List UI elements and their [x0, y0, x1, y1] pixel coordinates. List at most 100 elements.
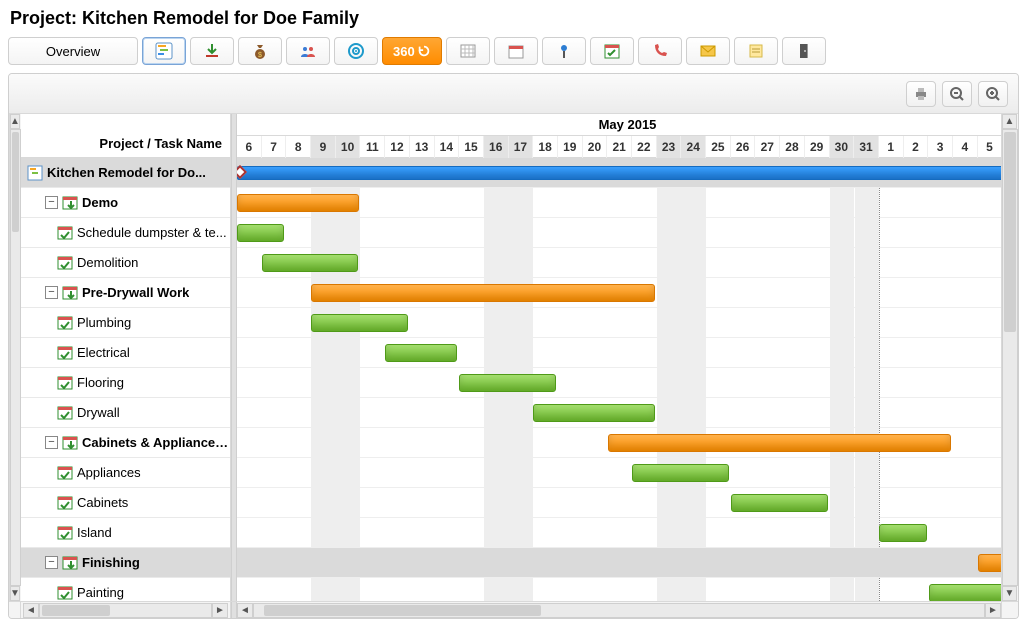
- collapse-toggle[interactable]: −: [45, 556, 58, 569]
- day-cell: 15: [459, 136, 484, 158]
- task-row[interactable]: Appliances: [21, 458, 230, 488]
- gantt-bar[interactable]: [237, 224, 284, 242]
- gantt-bar[interactable]: [632, 464, 729, 482]
- pin-tab[interactable]: [542, 37, 586, 65]
- gantt-bar[interactable]: [533, 404, 655, 422]
- day-cell: 12: [385, 136, 410, 158]
- calendar-tab[interactable]: [494, 37, 538, 65]
- 360-tab[interactable]: 360: [382, 37, 442, 65]
- zoom-in-icon: [985, 86, 1001, 102]
- gantt-bar[interactable]: [311, 314, 408, 332]
- day-cell: 13: [410, 136, 435, 158]
- day-cell: 17: [509, 136, 534, 158]
- task-list-header: Project / Task Name: [21, 114, 230, 158]
- task-row[interactable]: Electrical: [21, 338, 230, 368]
- zoom-out-icon: [949, 86, 965, 102]
- gantt-bar[interactable]: [385, 344, 457, 362]
- gantt-bar[interactable]: [311, 284, 655, 302]
- task-row[interactable]: Drywall: [21, 398, 230, 428]
- day-cell: 16: [484, 136, 509, 158]
- gantt-tab[interactable]: [142, 37, 186, 65]
- gantt-bar[interactable]: [608, 434, 952, 452]
- task-row[interactable]: Flooring: [21, 368, 230, 398]
- day-cell: 31: [854, 136, 879, 158]
- gantt-row: [237, 548, 1018, 578]
- task-label: Kitchen Remodel for Do...: [47, 165, 206, 180]
- gantt-bar[interactable]: [237, 194, 359, 212]
- task-row[interactable]: Schedule dumpster & te...: [21, 218, 230, 248]
- task-row[interactable]: Island: [21, 518, 230, 548]
- overview-tab[interactable]: Overview: [8, 37, 138, 65]
- gantt-bar[interactable]: [731, 494, 828, 512]
- gantt-hscroll[interactable]: ◄ ►: [237, 602, 1001, 618]
- calendar-grid-tab[interactable]: [446, 37, 490, 65]
- zoom-out-button[interactable]: [942, 81, 972, 107]
- task-group-row[interactable]: − Pre-Drywall Work: [21, 278, 230, 308]
- task-label: Plumbing: [77, 315, 131, 330]
- task-label: Pre-Drywall Work: [82, 285, 189, 300]
- collapse-toggle[interactable]: −: [45, 286, 58, 299]
- email-tab[interactable]: [686, 37, 730, 65]
- notes-tab[interactable]: [734, 37, 778, 65]
- day-cell: 2: [904, 136, 929, 158]
- target-tab[interactable]: [334, 37, 378, 65]
- horizontal-scroll-row: ◄ ► ◄ ►: [9, 601, 1018, 618]
- gantt-row: [237, 368, 1018, 398]
- task-group-row[interactable]: − Finishing: [21, 548, 230, 578]
- pin-icon: [555, 42, 573, 60]
- day-cell: 11: [360, 136, 385, 158]
- gantt-row: [237, 338, 1018, 368]
- task-row[interactable]: Painting: [21, 578, 230, 601]
- gantt-bar[interactable]: [879, 524, 926, 542]
- day-cell: 6: [237, 136, 262, 158]
- team-tab[interactable]: [286, 37, 330, 65]
- gantt-icon: [155, 42, 173, 60]
- collapse-toggle[interactable]: −: [45, 436, 58, 449]
- task-label: Schedule dumpster & te...: [77, 225, 227, 240]
- task-group-row[interactable]: − Cabinets & Appliances...: [21, 428, 230, 458]
- task-group-row[interactable]: −Demo: [21, 188, 230, 218]
- task-row[interactable]: Demolition: [21, 248, 230, 278]
- zoom-in-button[interactable]: [978, 81, 1008, 107]
- task-list-pane: Project / Task Name Kitchen Remodel for …: [21, 114, 231, 601]
- gantt-bar[interactable]: [262, 254, 359, 272]
- gantt-header-controls: [9, 74, 1018, 114]
- task-row[interactable]: Plumbing: [21, 308, 230, 338]
- day-cell: 27: [755, 136, 780, 158]
- day-cell: 7: [262, 136, 287, 158]
- phone-tab[interactable]: [638, 37, 682, 65]
- schedule-tab[interactable]: [590, 37, 634, 65]
- day-cell: 5: [978, 136, 1003, 158]
- day-cell: 20: [583, 136, 608, 158]
- task-row[interactable]: Cabinets: [21, 488, 230, 518]
- day-cell: 1: [879, 136, 904, 158]
- task-label: Finishing: [82, 555, 140, 570]
- day-cell: 23: [657, 136, 682, 158]
- gantt-bar[interactable]: [237, 166, 1018, 180]
- day-cell: 3: [928, 136, 953, 158]
- collapse-toggle[interactable]: −: [45, 196, 58, 209]
- task-list-hscroll[interactable]: ◄ ►: [21, 602, 231, 618]
- task-label: Island: [77, 525, 112, 540]
- print-button[interactable]: [906, 81, 936, 107]
- day-cell: 25: [706, 136, 731, 158]
- gantt-chart-area[interactable]: [237, 158, 1018, 601]
- gantt-bar[interactable]: [459, 374, 556, 392]
- approvals-tab[interactable]: [190, 37, 234, 65]
- task-label: Cabinets & Appliances...: [82, 435, 230, 450]
- left-vertical-scrollbar[interactable]: ▲ ▼: [9, 114, 21, 601]
- day-cell: 30: [830, 136, 855, 158]
- day-cell: 9: [311, 136, 336, 158]
- exit-tab[interactable]: [782, 37, 826, 65]
- task-label: Electrical: [77, 345, 130, 360]
- day-cell: 21: [607, 136, 632, 158]
- gantt-row: [237, 578, 1018, 601]
- task-label: Demolition: [77, 255, 138, 270]
- timeline-header: May 2015 6789101112131415161718192021222…: [237, 114, 1018, 158]
- gantt-panel: ▲ ▼ Project / Task Name Kitchen Remodel …: [8, 73, 1019, 619]
- task-group-row[interactable]: Kitchen Remodel for Do...: [21, 158, 230, 188]
- people-icon: [299, 42, 317, 60]
- task-label: Flooring: [77, 375, 124, 390]
- right-vertical-scrollbar[interactable]: ▲ ▼: [1001, 114, 1018, 601]
- budget-tab[interactable]: $: [238, 37, 282, 65]
